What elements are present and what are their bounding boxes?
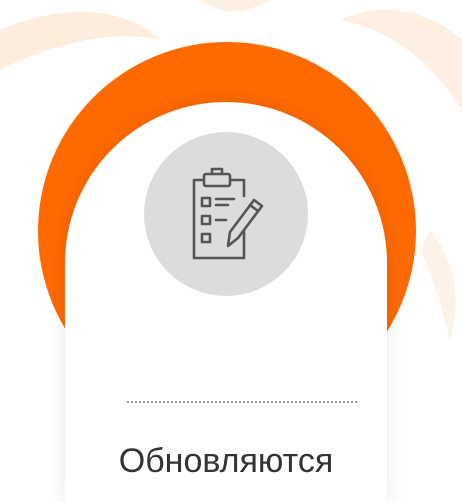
icon-circle-badge (144, 132, 308, 296)
clipboard-checklist-pencil-icon (192, 167, 264, 260)
dotted-divider (127, 401, 357, 403)
card-caption: Обновляются (118, 442, 334, 480)
feature-card: Обновляются (65, 102, 387, 502)
